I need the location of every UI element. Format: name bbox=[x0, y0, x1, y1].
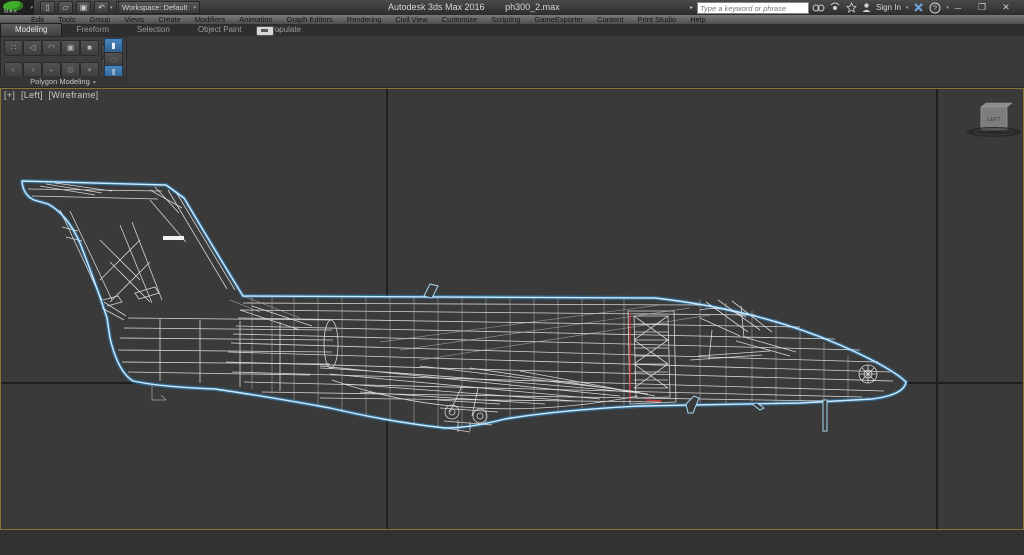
workspace-label: Workspace: Default bbox=[122, 3, 187, 12]
menu-rendering[interactable]: Rendering bbox=[340, 15, 389, 24]
panel-title: Polygon Modeling bbox=[30, 77, 90, 86]
help-icon[interactable]: ? bbox=[929, 2, 941, 14]
close-button[interactable]: ✕ bbox=[1000, 2, 1012, 13]
sign-in-button[interactable]: Sign In bbox=[876, 3, 901, 12]
ribbon-tab-bar: ModelingFreeformSelectionObject PaintPop… bbox=[0, 24, 1024, 36]
ribbon-body bbox=[0, 36, 1024, 88]
user-icon bbox=[862, 2, 871, 13]
exchange-apps-icon[interactable] bbox=[913, 2, 924, 13]
viewport-menu-plus[interactable]: [+] bbox=[4, 90, 15, 100]
ribbon-tab-selection[interactable]: Selection bbox=[123, 24, 184, 36]
menu-print-studio[interactable]: Print Studio bbox=[630, 15, 683, 24]
menu-modifiers[interactable]: Modifiers bbox=[188, 15, 232, 24]
viewcube[interactable]: LEFT bbox=[967, 103, 1021, 137]
title-bar: MAX ▾ ▯ ▱ ▣ ↶▾ ↷▾ ⧉ Workspace: Default ▾… bbox=[0, 0, 1024, 15]
menu-views[interactable]: Views bbox=[117, 15, 151, 24]
app-menu-button[interactable]: MAX ▾ bbox=[0, 0, 34, 15]
window-controls: ─ ❐ ✕ bbox=[948, 0, 1012, 15]
timeline-area: < 0 / 200 > 1020304050607080901001101201… bbox=[0, 530, 1024, 555]
viewport-canvas[interactable]: LEFT bbox=[0, 88, 1024, 530]
communication-center-icon[interactable] bbox=[830, 2, 841, 13]
menu-customize[interactable]: Customize bbox=[435, 15, 484, 24]
app-title: Autodesk 3ds Max 2016 bbox=[388, 2, 485, 12]
open-file-button[interactable]: ▱ bbox=[58, 1, 73, 14]
menu-create[interactable]: Create bbox=[151, 15, 188, 24]
viewport-menu-shading[interactable]: [Wireframe] bbox=[49, 90, 99, 100]
panel-expand-chevron-icon: ▼ bbox=[92, 80, 97, 86]
menu-animation[interactable]: Animation bbox=[232, 15, 279, 24]
undo-dropdown-icon[interactable]: ▾ bbox=[110, 5, 113, 11]
new-file-button[interactable]: ▯ bbox=[40, 1, 55, 14]
document-title: ph300_2.max bbox=[505, 2, 560, 12]
vertex-mode-button[interactable]: ∷ bbox=[4, 40, 23, 56]
element-mode-button[interactable]: ■ bbox=[80, 40, 99, 56]
menu-scripting[interactable]: Scripting bbox=[484, 15, 527, 24]
save-file-button[interactable]: ▣ bbox=[76, 1, 91, 14]
search-collapse-icon[interactable]: ▸ bbox=[690, 2, 696, 14]
infocenter-toolbar: Sign In ▾ ? ▾ bbox=[812, 1, 949, 14]
ribbon-tab-modeling[interactable]: Modeling bbox=[0, 23, 62, 36]
polygon-modeling-panel-label[interactable]: Polygon Modeling ▼ bbox=[0, 76, 127, 87]
ribbon-tab-object-paint[interactable]: Object Paint bbox=[184, 24, 256, 36]
workspace-chevron-icon: ▾ bbox=[193, 3, 196, 14]
search-input[interactable] bbox=[697, 2, 809, 14]
viewport-menu-view[interactable]: [Left] bbox=[21, 90, 43, 100]
menu-gameexporter[interactable]: GameExporter bbox=[527, 15, 590, 24]
edge-mode-button[interactable]: ◁ bbox=[23, 40, 42, 56]
viewport-label: [+] [Left] [Wireframe] bbox=[4, 90, 101, 100]
undo-button[interactable]: ↶ bbox=[94, 1, 109, 14]
ribbon-minimize-button[interactable]: ▾ bbox=[256, 26, 274, 36]
search-binoculars-icon[interactable] bbox=[812, 2, 825, 13]
menu-content[interactable]: Content bbox=[590, 15, 630, 24]
svg-text:?: ? bbox=[933, 5, 937, 12]
nose-gear-strut bbox=[823, 400, 827, 431]
polygon-mode-button[interactable]: ▣ bbox=[61, 40, 80, 56]
sign-in-chevron-icon[interactable]: ▾ bbox=[906, 5, 909, 11]
menu-group[interactable]: Group bbox=[82, 15, 117, 24]
app-menu-chevron-icon: ▾ bbox=[30, 5, 33, 11]
window-title: Autodesk 3ds Max 2016 ph300_2.max bbox=[388, 2, 560, 12]
ribbon-tab-freeform[interactable]: Freeform bbox=[62, 24, 122, 36]
menu-civil-view[interactable]: Civil View bbox=[388, 15, 434, 24]
restore-button[interactable]: ❐ bbox=[976, 2, 988, 13]
menu-help[interactable]: Help bbox=[683, 15, 712, 24]
viewcube-face-label: LEFT bbox=[987, 117, 1001, 123]
border-mode-button[interactable]: ◠ bbox=[42, 40, 61, 56]
nose-detail bbox=[859, 365, 877, 383]
aircraft-wireframe-model[interactable] bbox=[22, 181, 906, 432]
menu-bar: EditToolsGroupViewsCreateModifiersAnimat… bbox=[0, 15, 1024, 24]
workspace-selector[interactable]: Workspace: Default ▾ bbox=[118, 1, 200, 14]
minimize-button[interactable]: ─ bbox=[952, 3, 964, 13]
favorites-star-icon[interactable] bbox=[846, 2, 857, 13]
menu-graph-editors[interactable]: Graph Editors bbox=[280, 15, 340, 24]
